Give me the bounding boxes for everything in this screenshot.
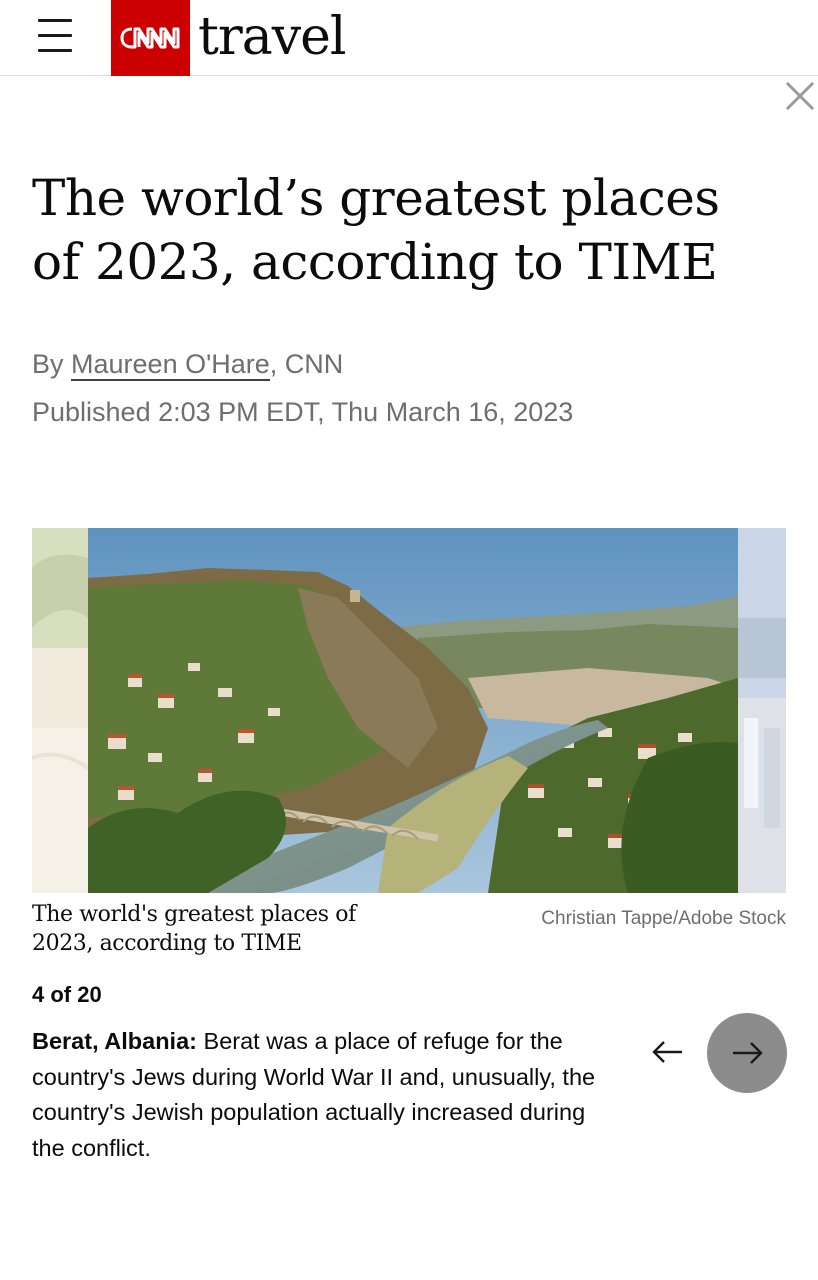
menu-bar <box>38 49 72 52</box>
image-caption: The world's greatest places of 2023, acc… <box>32 902 356 956</box>
menu-bar <box>38 34 72 37</box>
cnn-logo-mark <box>120 27 179 49</box>
byline-suffix: , CNN <box>269 349 344 379</box>
arrow-left-icon <box>652 1041 682 1063</box>
section-name[interactable]: travel <box>198 6 347 68</box>
image-gallery[interactable] <box>32 528 786 893</box>
slide-counter: 4 of 20 <box>32 982 102 1007</box>
menu-bar <box>38 19 72 22</box>
byline: By Maureen O'Hare, CNN <box>32 346 343 382</box>
site-header: travel <box>0 0 818 76</box>
page-title: The world’s greatest places of 2023, acc… <box>32 169 720 291</box>
photo-credit: Christian Tappe/Adobe Stock <box>541 908 786 929</box>
gallery-image-berat[interactable] <box>88 528 738 893</box>
publish-timestamp: Published 2:03 PM EDT, Thu March 16, 202… <box>32 397 574 427</box>
close-icon[interactable] <box>782 78 818 114</box>
arrow-right-icon <box>733 1042 763 1064</box>
previous-slide-button[interactable] <box>640 1024 696 1080</box>
author-link[interactable]: Maureen O'Hare <box>71 349 270 381</box>
next-slide-button[interactable] <box>707 1013 787 1093</box>
hamburger-menu-icon[interactable] <box>38 19 74 53</box>
cnn-logo[interactable] <box>111 0 190 76</box>
place-name: Berat, Albania: <box>32 1028 197 1054</box>
slide-description: Berat, Albania: Berat was a place of ref… <box>32 1024 608 1166</box>
next-slide-image[interactable] <box>738 528 786 893</box>
byline-prefix: By <box>32 349 72 379</box>
previous-slide-image[interactable] <box>32 528 88 893</box>
